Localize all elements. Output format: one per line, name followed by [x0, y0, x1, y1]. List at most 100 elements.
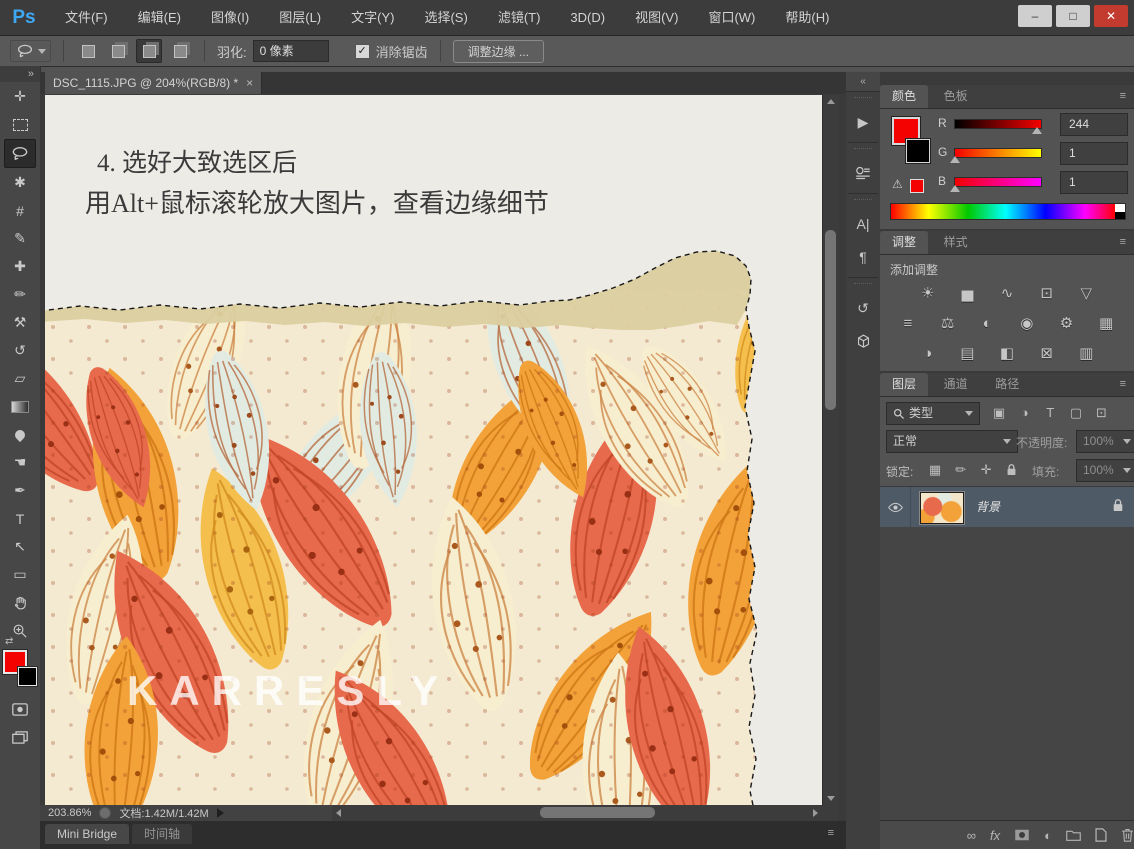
- scroll-down-arrow[interactable]: [827, 796, 835, 801]
- blend-mode-select[interactable]: 正常: [886, 430, 1018, 453]
- lock-image-pixels-icon[interactable]: ✏: [950, 462, 972, 478]
- opacity-select[interactable]: 100%: [1076, 430, 1134, 453]
- filter-pixel-layers-icon[interactable]: ▣: [988, 405, 1010, 421]
- selective-color-icon[interactable]: ⊠: [1032, 343, 1062, 365]
- menu-image[interactable]: 图像(I): [196, 0, 264, 35]
- vertical-scroll-thumb[interactable]: [825, 230, 836, 410]
- menu-type[interactable]: 文字(Y): [336, 0, 409, 35]
- menu-3d[interactable]: 3D(D): [555, 0, 620, 35]
- healing-brush-tool[interactable]: ✚: [5, 253, 35, 280]
- background-color-swatch[interactable]: [906, 139, 930, 163]
- gradient-tool[interactable]: [5, 393, 35, 420]
- spectrum-bw-end[interactable]: [1115, 204, 1125, 219]
- blue-slider-thumb[interactable]: [950, 185, 960, 192]
- swap-colors-icon[interactable]: ⇄: [5, 636, 13, 647]
- move-tool[interactable]: ✛: [5, 83, 35, 110]
- quick-mask-button[interactable]: [5, 696, 35, 723]
- invert-icon[interactable]: ◑: [913, 343, 943, 365]
- add-layer-mask-icon[interactable]: [1014, 829, 1030, 841]
- panel-menu-icon[interactable]: ≡: [1120, 236, 1126, 248]
- layer-visibility-toggle[interactable]: [880, 487, 911, 527]
- crop-tool[interactable]: #: [5, 197, 35, 224]
- panel-menu-icon[interactable]: ≡: [1120, 378, 1126, 390]
- filter-shape-layers-icon[interactable]: ▢: [1065, 405, 1087, 421]
- tab-channels[interactable]: 通道: [932, 373, 980, 396]
- rectangle-tool[interactable]: ▭: [5, 561, 35, 588]
- antialias-checkbox[interactable]: ✓: [355, 44, 370, 59]
- hand-tool[interactable]: [5, 589, 35, 616]
- layer-style-icon[interactable]: fx: [990, 828, 1000, 843]
- history-brush-tool[interactable]: ↺: [5, 337, 35, 364]
- green-slider-thumb[interactable]: [950, 156, 960, 163]
- black-white-icon[interactable]: ◐: [972, 313, 1002, 335]
- toolbox-collapse-chevron[interactable]: »: [0, 66, 40, 82]
- scroll-right-arrow[interactable]: [813, 809, 818, 817]
- tab-mini-bridge[interactable]: Mini Bridge: [45, 824, 129, 844]
- burn-tool[interactable]: ☚: [5, 449, 35, 476]
- tab-paths[interactable]: 路径: [983, 373, 1031, 396]
- blue-value-input[interactable]: 1: [1060, 171, 1128, 194]
- menu-select[interactable]: 选择(S): [409, 0, 482, 35]
- clone-source-panel-icon[interactable]: [850, 160, 876, 186]
- threshold-icon[interactable]: ◧: [992, 343, 1022, 365]
- refine-edge-button[interactable]: 调整边缘 ...: [453, 40, 544, 63]
- vertical-scrollbar[interactable]: [822, 95, 839, 805]
- selection-mode-new[interactable]: [76, 40, 100, 62]
- filter-type-layers-icon[interactable]: T: [1039, 405, 1061, 420]
- new-group-icon[interactable]: [1066, 829, 1081, 841]
- red-slider[interactable]: [954, 119, 1042, 129]
- brightness-contrast-icon[interactable]: ☀: [913, 283, 943, 305]
- exposure-icon[interactable]: ⊡: [1032, 283, 1062, 305]
- layer-row-background[interactable]: 背景: [880, 486, 1134, 528]
- layer-name[interactable]: 背景: [976, 498, 1000, 515]
- green-value-input[interactable]: 1: [1060, 142, 1128, 165]
- vibrance-icon[interactable]: ▽: [1071, 283, 1101, 305]
- minimize-button[interactable]: –: [1018, 5, 1052, 27]
- document-canvas[interactable]: 4. 选好大致选区后 用Alt+鼠标滚轮放大图片，查看边缘细节: [45, 95, 822, 805]
- fill-select[interactable]: 100%: [1076, 459, 1134, 482]
- zoom-level[interactable]: 203.86%: [48, 807, 91, 819]
- scroll-up-arrow[interactable]: [827, 99, 835, 104]
- blue-slider[interactable]: [954, 177, 1042, 187]
- gamut-color-swatch[interactable]: [910, 179, 924, 193]
- lock-all-icon[interactable]: [1001, 462, 1023, 477]
- lock-transparent-pixels-icon[interactable]: ▦: [924, 462, 946, 478]
- feather-input[interactable]: 0 像素: [253, 40, 329, 62]
- background-color-swatch[interactable]: [18, 667, 37, 686]
- green-slider[interactable]: [954, 148, 1042, 158]
- close-button[interactable]: ✕: [1094, 5, 1128, 27]
- tab-adjustments[interactable]: 调整: [880, 231, 928, 254]
- eyedropper-tool[interactable]: ✎: [5, 225, 35, 252]
- type-tool[interactable]: T: [5, 505, 35, 532]
- tab-styles[interactable]: 样式: [932, 231, 980, 254]
- selection-mode-intersect[interactable]: [168, 40, 192, 62]
- lock-position-icon[interactable]: ✛: [975, 462, 997, 478]
- filter-adjustment-layers-icon[interactable]: ◑: [1014, 405, 1036, 420]
- filter-smart-objects-icon[interactable]: ⊡: [1091, 405, 1113, 421]
- tab-timeline[interactable]: 时间轴: [132, 824, 192, 844]
- lasso-tool[interactable]: [4, 139, 36, 168]
- tool-preset-picker[interactable]: [10, 40, 51, 62]
- blur-tool[interactable]: [5, 421, 35, 448]
- gradient-map-icon[interactable]: ▥: [1071, 343, 1101, 365]
- clone-stamp-tool[interactable]: ⚒: [5, 309, 35, 336]
- curves-icon[interactable]: ∿: [992, 283, 1022, 305]
- color-spectrum-ramp[interactable]: [890, 203, 1126, 220]
- red-value-input[interactable]: 244: [1060, 113, 1128, 136]
- document-tab[interactable]: DSC_1115.JPG @ 204%(RGB/8) * ×: [45, 72, 262, 94]
- quick-selection-tool[interactable]: ✱: [5, 169, 35, 196]
- tab-layers[interactable]: 图层: [880, 373, 928, 396]
- menu-filter[interactable]: 滤镜(T): [483, 0, 556, 35]
- brush-tool[interactable]: ✏: [5, 281, 35, 308]
- photo-filter-icon[interactable]: ◉: [1012, 313, 1042, 335]
- menu-layer[interactable]: 图层(L): [264, 0, 336, 35]
- pen-tool[interactable]: ✒: [5, 477, 35, 504]
- scroll-left-arrow[interactable]: [336, 809, 341, 817]
- selection-mode-subtract[interactable]: [136, 39, 162, 63]
- panel-menu-icon[interactable]: ≡: [828, 827, 834, 839]
- delete-layer-icon[interactable]: [1121, 828, 1134, 842]
- 3d-panel-icon[interactable]: [850, 328, 876, 354]
- screen-mode-button[interactable]: [5, 724, 35, 751]
- tab-swatches[interactable]: 色板: [932, 85, 980, 108]
- actions-panel-icon[interactable]: ▶: [850, 109, 876, 135]
